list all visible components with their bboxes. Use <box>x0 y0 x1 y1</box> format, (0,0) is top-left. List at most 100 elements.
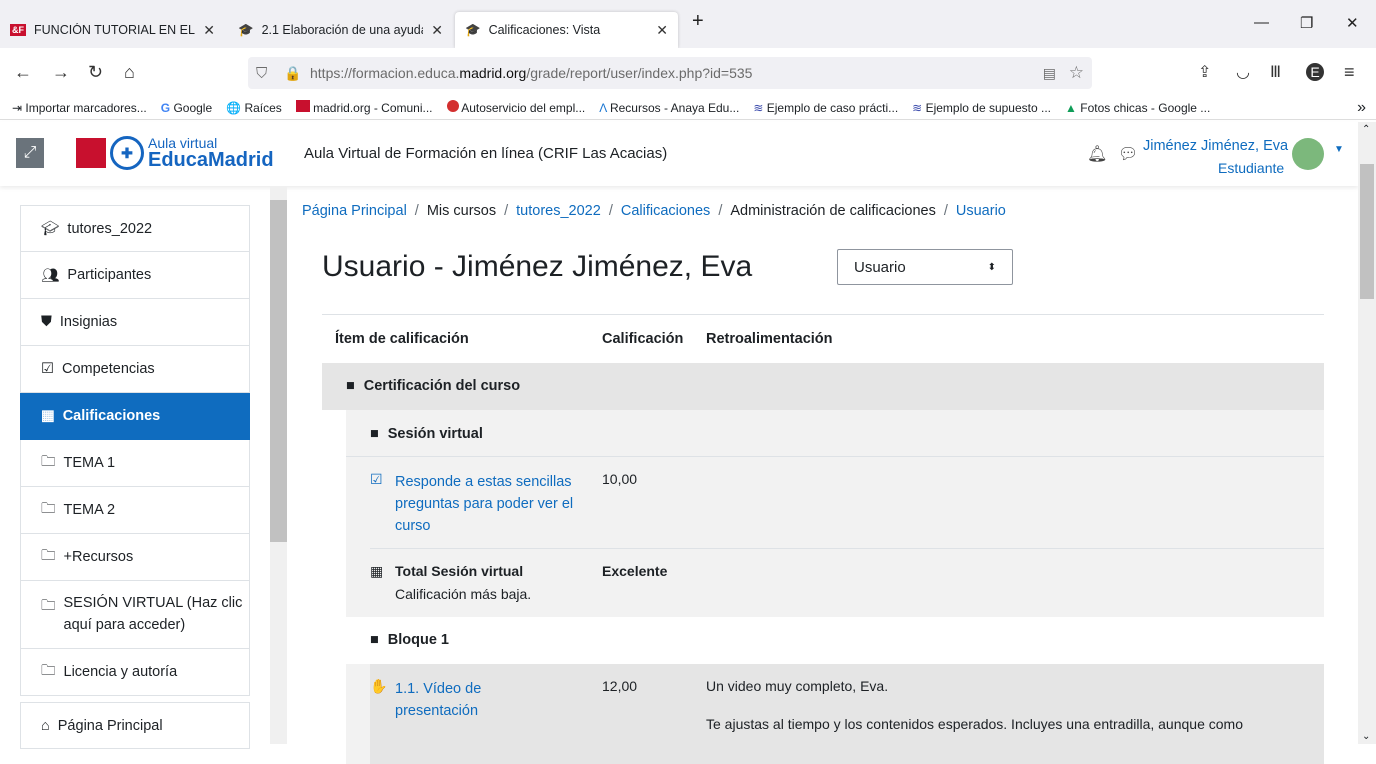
sidebar-item-tema1[interactable]: 🗀 TEMA 1 <box>20 440 250 487</box>
tab-bar: &FFUNCIÓN TUTORIAL EN EL AULA✕ 🎓2.1 Elab… <box>0 0 1376 48</box>
users-icon: 👥︎ <box>41 267 60 284</box>
table-row: ☑ Responde a estas sencillas preguntas p… <box>370 457 1324 549</box>
breadcrumb: Página Principal / Mis cursos / tutores_20… <box>302 203 1006 219</box>
assignment-icon: ✋ <box>370 678 388 694</box>
category-row: ■ Sesión virtual <box>346 410 1324 457</box>
graduation-cap-icon: 🎓 <box>238 22 254 37</box>
bookmark[interactable]: 🌐 Raíces <box>226 101 282 115</box>
sidebar-item-course[interactable]: 🎓︎ tutores_2022 <box>20 205 250 252</box>
bookmark[interactable]: ≋ Ejemplo de supuesto ... <box>912 101 1051 115</box>
sidebar-item-tema2[interactable]: 🗀 TEMA 2 <box>20 487 250 534</box>
site-icon: &F <box>10 24 26 36</box>
sidebar-item-pagina-principal[interactable]: ⌂ Página Principal <box>20 702 250 749</box>
caret-down-icon[interactable]: ▼ <box>1334 144 1344 155</box>
bookmark[interactable]: G Google <box>161 101 212 115</box>
tab-calificaciones[interactable]: 🎓 Calificaciones: Vista ✕ <box>455 12 678 48</box>
table-icon: ▦ <box>41 408 55 424</box>
pocket-icon[interactable]: ◡ <box>1236 62 1250 82</box>
sidebar-item-sesion-virtual[interactable]: 🗀 SESIÓN VIRTUAL (Haz clic aquí para acce… <box>20 581 250 649</box>
logo-symbol-icon: ✚ <box>110 136 144 170</box>
sidebar-item-competencias[interactable]: ☑ Competencias <box>20 346 250 393</box>
extensions-icon[interactable]: ⇪ <box>1198 62 1211 82</box>
folder-icon: 🗀 <box>41 500 56 517</box>
breadcrumb-link[interactable]: Página Principal <box>302 203 407 219</box>
user-role: Estudiante <box>1218 160 1285 176</box>
table-header: Ítem de calificación Calificación Retroa… <box>335 331 833 347</box>
table-row: ✋ 1.1. Vídeo de presentación 12,00 Un vi… <box>370 678 1243 732</box>
site-header: ⤢ ✚ Aula virtual EducaMadrid Aula Virtual… <box>0 122 1358 186</box>
tab-elaboracion[interactable]: 🎓 2.1 Elaboración de una ayuda (t ✕ <box>228 12 453 48</box>
account-icon[interactable]: E <box>1306 63 1324 81</box>
shield-icon: ⛉ <box>256 64 268 82</box>
folder-icon: ■ <box>370 426 379 442</box>
expand-icon[interactable]: ⤢ <box>16 138 44 168</box>
madrid-flag-icon <box>76 138 106 168</box>
folder-icon: 🗀 <box>41 547 56 564</box>
home-icon: ⌂ <box>41 717 50 734</box>
bookmark[interactable]: ⇥ Importar marcadores... <box>12 101 147 115</box>
folder-icon: 🗀 <box>41 662 56 679</box>
close-icon[interactable]: ✕ <box>203 22 215 39</box>
new-tab-button[interactable]: + <box>692 10 704 33</box>
total-row: ▦ Total Sesión virtual Calificación más … <box>370 563 668 602</box>
folder-icon: ■ <box>346 378 355 394</box>
chat-icon[interactable]: 💬︎ <box>1118 144 1138 164</box>
folder-icon: ■ <box>370 632 379 648</box>
bookmark[interactable]: madrid.org - Comuni... <box>295 100 433 115</box>
reload-icon[interactable]: ↻ <box>88 62 103 83</box>
close-window-button[interactable]: ✕ <box>1346 14 1359 32</box>
back-icon[interactable]: ← <box>14 62 32 83</box>
library-icon[interactable]: Ⅲ <box>1270 62 1281 82</box>
menu-icon[interactable]: ≡ <box>1344 62 1355 83</box>
view-select[interactable]: Usuario ⬍ <box>837 249 1013 285</box>
reader-icon[interactable]: ▤ <box>1043 65 1056 82</box>
bookmark[interactable]: ≋ Ejemplo de caso prácti... <box>753 101 898 115</box>
course-sidebar: 🎓︎ tutores_2022 👥︎ Participantes ⛊ Insignia… <box>20 205 250 749</box>
graduation-cap-icon: 🎓︎ <box>41 221 60 237</box>
bell-icon[interactable]: 🔔︎ <box>1087 144 1107 164</box>
url-bar[interactable]: ⛉ 🔒 https://formacion.educa. madrid.org/g… <box>248 57 1092 89</box>
home-icon[interactable]: ⌂ <box>124 62 135 83</box>
sidebar-scrollbar[interactable] <box>270 186 287 744</box>
avatar[interactable] <box>1292 138 1324 170</box>
sidebar-item-calificaciones[interactable]: ▦ Calificaciones <box>20 393 250 440</box>
close-icon[interactable]: ✕ <box>431 22 443 39</box>
bookmark[interactable]: Λ Recursos - Anaya Edu... <box>599 101 739 115</box>
graduation-cap-icon: 🎓 <box>465 22 481 37</box>
sort-icon: ⬍ <box>987 261 996 273</box>
minimize-button[interactable]: — <box>1254 14 1269 31</box>
shield-icon: ⛊ <box>41 314 52 330</box>
restore-button[interactable]: ❐ <box>1300 14 1313 32</box>
grade-item-link[interactable]: 1.1. Vídeo de presentación <box>395 678 535 722</box>
breadcrumb-link[interactable]: Calificaciones <box>621 203 710 219</box>
category-row: ■ Bloque 1 <box>346 617 1324 664</box>
tab-funcion-tutorial[interactable]: &FFUNCIÓN TUTORIAL EN EL AULA✕ <box>0 12 225 48</box>
breadcrumb-link[interactable]: Usuario <box>956 203 1006 219</box>
lock-icon: 🔒 <box>284 64 302 81</box>
close-icon[interactable]: ✕ <box>656 22 668 39</box>
calculator-icon: ▦ <box>370 563 384 579</box>
more-bookmarks-icon[interactable]: » <box>1357 99 1366 117</box>
page-scrollbar[interactable]: ⌃ ⌄ <box>1358 122 1376 744</box>
forward-icon[interactable]: → <box>52 62 70 83</box>
page-title: Usuario - Jiménez Jiménez, Eva <box>322 250 753 283</box>
breadcrumb-link[interactable]: tutores_2022 <box>516 203 601 219</box>
sidebar-item-participantes[interactable]: 👥︎ Participantes <box>20 252 250 299</box>
grades-table: Ítem de calificación Calificación Retroa… <box>322 314 1324 764</box>
star-icon[interactable]: ☆ <box>1069 63 1084 83</box>
sidebar-item-recursos[interactable]: 🗀 +Recursos <box>20 534 250 581</box>
educamadrid-logo[interactable]: ✚ Aula virtual EducaMadrid <box>76 136 274 170</box>
user-name[interactable]: Jiménez Jiménez, Eva <box>1143 138 1288 154</box>
folder-icon: 🗀 <box>41 598 56 614</box>
category-row: ■ Certificación del curso <box>322 363 1324 410</box>
quiz-icon: ☑ <box>370 471 383 487</box>
bookmarks-bar: ⇥ Importar marcadores... G Google 🌐 Raíc… <box>0 96 1376 120</box>
folder-icon: 🗀 <box>41 453 56 470</box>
bookmark[interactable]: ▲ Fotos chicas - Google ... <box>1065 101 1210 115</box>
bookmark[interactable]: Autoservicio del empl... <box>446 100 585 115</box>
checkbox-icon: ☑ <box>41 361 54 377</box>
site-name: Aula Virtual de Formación en línea (CRIF… <box>304 145 668 162</box>
sidebar-item-insignias[interactable]: ⛊ Insignias <box>20 299 250 346</box>
grade-item-link[interactable]: Responde a estas sencillas preguntas par… <box>395 471 575 537</box>
sidebar-item-licencia[interactable]: 🗀 Licencia y autoría <box>20 649 250 696</box>
